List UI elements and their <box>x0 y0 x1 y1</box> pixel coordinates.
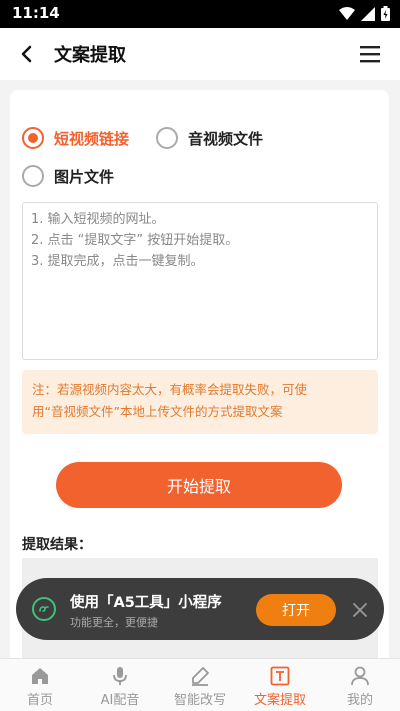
home-icon <box>32 668 48 684</box>
wifi-icon <box>339 6 355 20</box>
result-label: 提取结果： <box>22 537 92 553</box>
start-extract-button[interactable]: 开始提取 <box>56 462 342 508</box>
close-icon <box>353 603 367 617</box>
nav-item-profile[interactable]: 我的 <box>320 659 400 711</box>
instruction-line: 3. 提取完成，点击一键复制。 <box>31 254 204 269</box>
popup-subtitle: 功能更全，更便捷 <box>70 616 158 629</box>
option-audio-video-label: 音视频文件 <box>188 129 264 148</box>
nav-label: 我的 <box>346 693 373 708</box>
radio-selected-icon <box>22 127 44 149</box>
nav-label: 首页 <box>26 693 53 708</box>
radio-unselected-icon <box>22 165 44 187</box>
url-input[interactable]: 1. 输入短视频的网址。 2. 点击 “提取文字” 按钮开始提取。 3. 提取完… <box>22 202 378 360</box>
notice-line: 注：若源视频内容太大，有概率会提取失败，可使 <box>32 382 308 397</box>
instruction-line: 1. 输入短视频的网址。 <box>31 212 165 227</box>
close-popup-button[interactable] <box>350 600 370 620</box>
back-button[interactable] <box>12 40 40 68</box>
user-icon <box>351 666 369 686</box>
popup-title: 使用「A5工具」小程序 <box>70 595 222 611</box>
option-short-video[interactable]: 短视频链接 <box>22 127 129 149</box>
edit-icon <box>192 667 209 686</box>
mini-program-icon <box>32 597 56 621</box>
status-bar: 11:14 <box>0 0 400 28</box>
status-time: 11:14 <box>12 4 60 22</box>
menu-button[interactable] <box>358 42 382 66</box>
nav-label: 智能改写 <box>173 693 226 708</box>
signal-icon <box>361 6 375 21</box>
bottom-nav: 首页 AI配音 智能改写 文案提取 我的 <box>0 658 400 711</box>
text-icon <box>270 666 290 686</box>
nav-item-home[interactable]: 首页 <box>0 659 80 711</box>
mini-program-popup: 使用「A5工具」小程序 功能更全，更便捷 打开 <box>16 578 384 640</box>
app-bar: 文案提取 <box>0 28 400 80</box>
nav-item-extract[interactable]: 文案提取 <box>240 659 320 711</box>
option-short-video-label: 短视频链接 <box>54 129 130 148</box>
chevron-left-icon <box>21 45 32 63</box>
menu-icon <box>360 46 380 63</box>
nav-label: AI配音 <box>100 693 140 708</box>
open-button[interactable]: 打开 <box>256 594 336 626</box>
notice-box: 注：若源视频内容太大，有概率会提取失败，可使 用“音视频文件”本地上传文件的方式… <box>22 370 378 434</box>
nav-label: 文案提取 <box>253 693 306 708</box>
option-image-label: 图片文件 <box>54 167 115 186</box>
radio-unselected-icon <box>156 127 178 149</box>
battery-icon <box>381 6 390 21</box>
status-icons <box>339 6 390 21</box>
nav-item-rewrite[interactable]: 智能改写 <box>160 659 240 711</box>
page-title: 文案提取 <box>54 45 126 66</box>
notice-line: 用“音视频文件”本地上传文件的方式提取文案 <box>32 404 283 419</box>
mic-icon <box>113 667 127 685</box>
option-image[interactable]: 图片文件 <box>22 165 114 187</box>
option-audio-video[interactable]: 音视频文件 <box>156 127 263 149</box>
nav-item-ai-voice[interactable]: AI配音 <box>80 659 160 711</box>
instruction-line: 2. 点击 “提取文字” 按钮开始提取。 <box>31 233 239 248</box>
